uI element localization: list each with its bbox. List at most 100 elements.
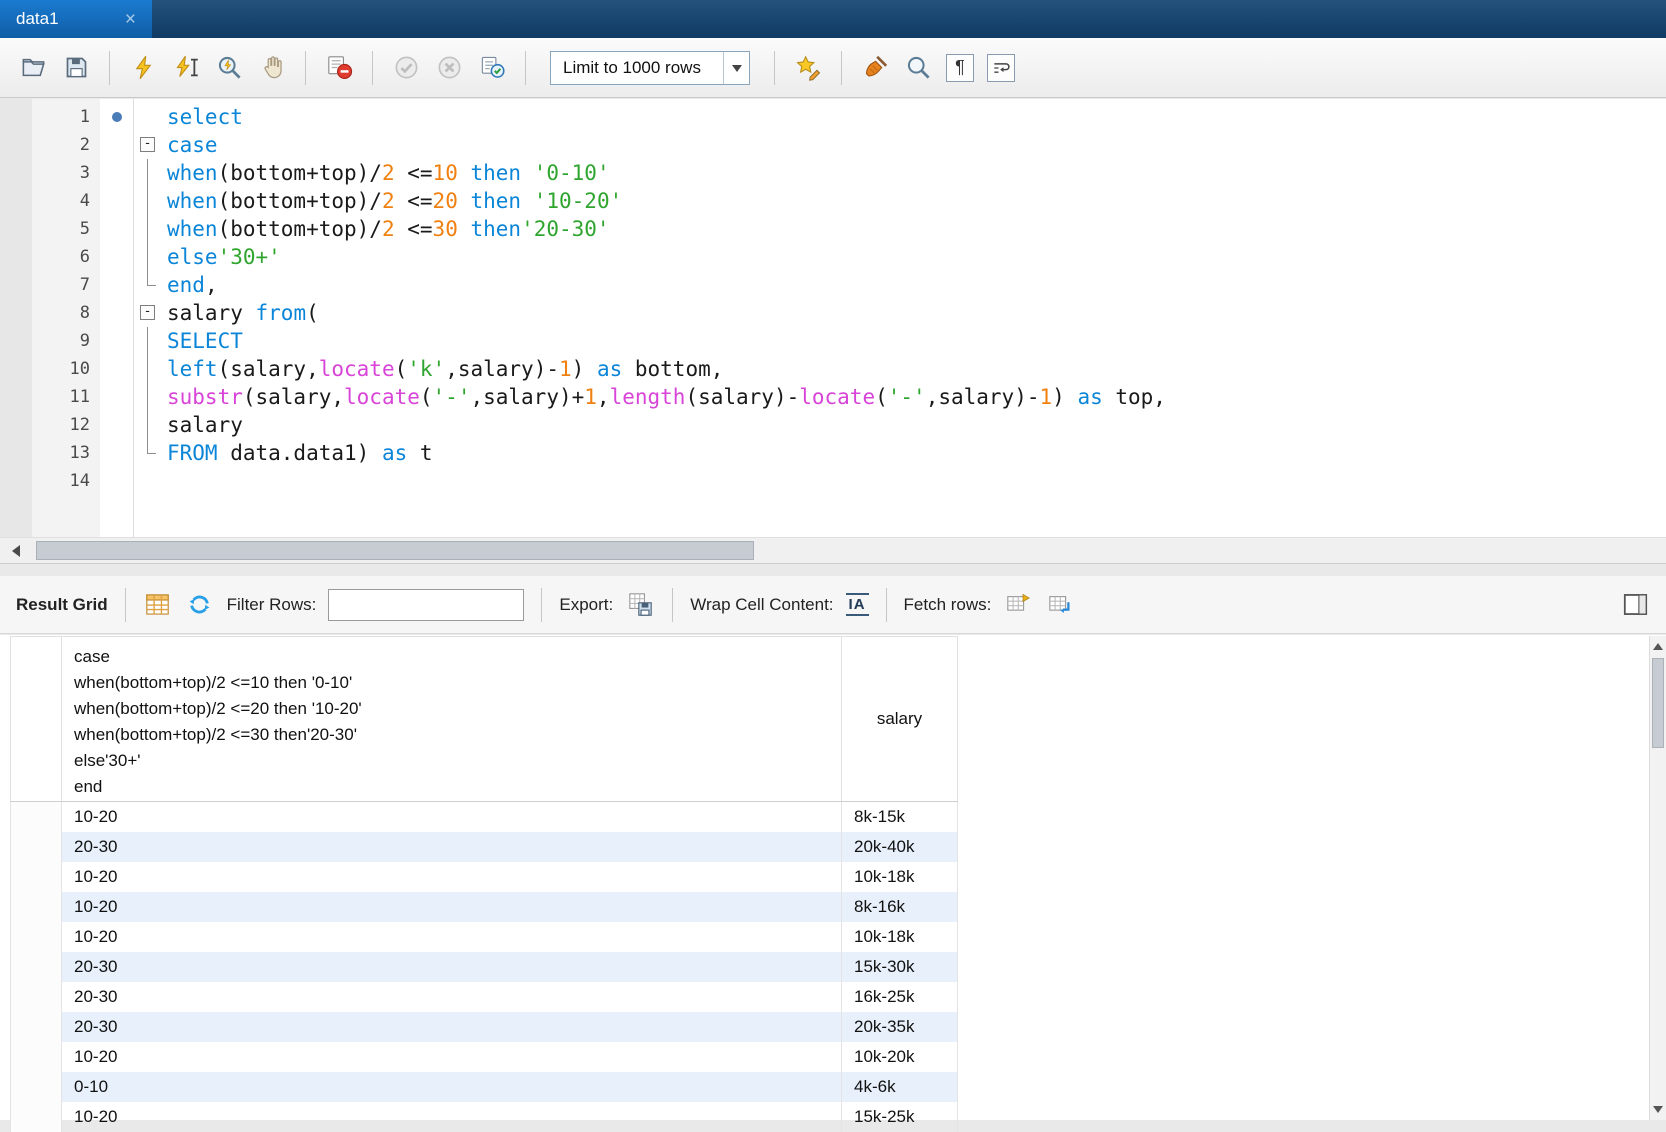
table-row[interactable]: 10-208k-16k	[10, 892, 958, 922]
tab-data1[interactable]: data1 ×	[0, 0, 152, 38]
cell-salary[interactable]: 10k-18k	[842, 862, 958, 892]
beautify-sql-button[interactable]	[860, 53, 890, 83]
collapse-panel-button[interactable]	[1620, 590, 1650, 620]
code-line[interactable]: 13FROM data.data1) as t	[0, 439, 1666, 467]
cell-salary[interactable]: 4k-6k	[842, 1072, 958, 1102]
code-area[interactable]: 1select2case3when(bottom+top)/2 <=10 the…	[0, 103, 1666, 495]
horizontal-scrollbar-thumb[interactable]	[36, 541, 754, 560]
cell-case-bucket[interactable]: 20-30	[62, 952, 842, 982]
filter-rows-input[interactable]	[328, 589, 524, 621]
table-row[interactable]: 20-3020k-35k	[10, 1012, 958, 1042]
table-row[interactable]: 0-104k-6k	[10, 1072, 958, 1102]
row-selector[interactable]	[10, 952, 62, 982]
wrap-cell-content-toggle[interactable]: IA	[846, 593, 869, 616]
cell-case-bucket[interactable]: 10-20	[62, 1102, 842, 1132]
table-row[interactable]: 10-208k-15k	[10, 802, 958, 832]
cell-case-bucket[interactable]: 10-20	[62, 922, 842, 952]
row-selector[interactable]	[10, 1102, 62, 1132]
row-selector[interactable]	[10, 892, 62, 922]
row-selector[interactable]	[10, 832, 62, 862]
execute-button[interactable]	[128, 53, 158, 83]
find-button[interactable]	[903, 53, 933, 83]
cell-salary[interactable]: 15k-25k	[842, 1102, 958, 1132]
result-grid-view-button[interactable]	[143, 590, 173, 620]
cell-case-bucket[interactable]: 10-20	[62, 862, 842, 892]
limit-rows-dropdown[interactable]: Limit to 1000 rows	[550, 51, 750, 85]
stop-button[interactable]	[257, 53, 287, 83]
scroll-down-arrow-icon[interactable]	[1650, 1102, 1666, 1118]
editor-horizontal-scrollbar[interactable]	[0, 537, 1666, 564]
scroll-up-arrow-icon[interactable]	[1650, 638, 1666, 654]
cell-case-bucket[interactable]: 10-20	[62, 802, 842, 832]
save-button[interactable]	[61, 53, 91, 83]
cell-salary[interactable]: 8k-16k	[842, 892, 958, 922]
tab-close-icon[interactable]: ×	[125, 10, 136, 29]
toggle-autocommit-button[interactable]	[477, 53, 507, 83]
cell-case-bucket[interactable]: 10-20	[62, 1042, 842, 1072]
header-row-selector[interactable]	[10, 637, 62, 801]
fold-collapse-icon[interactable]	[140, 305, 155, 320]
code-line[interactable]: 2case	[0, 131, 1666, 159]
result-table[interactable]: casewhen(bottom+top)/2 <=10 then '0-10'w…	[10, 636, 958, 1120]
cell-salary[interactable]: 10k-18k	[842, 922, 958, 952]
execute-current-statement-button[interactable]	[171, 53, 201, 83]
rollback-button[interactable]	[434, 53, 464, 83]
table-row[interactable]: 20-3020k-40k	[10, 832, 958, 862]
fetch-next-rows-button[interactable]	[1003, 590, 1033, 620]
cell-salary[interactable]: 20k-35k	[842, 1012, 958, 1042]
table-row[interactable]: 10-2010k-18k	[10, 922, 958, 952]
save-snippet-button[interactable]	[793, 53, 823, 83]
show-invisible-chars-button[interactable]: ¶	[946, 54, 974, 82]
code-line[interactable]: 7end,	[0, 271, 1666, 299]
cell-salary[interactable]: 8k-15k	[842, 802, 958, 832]
code-line[interactable]: 8salary from(	[0, 299, 1666, 327]
cell-case-bucket[interactable]: 20-30	[62, 832, 842, 862]
table-row[interactable]: 10-2015k-25k	[10, 1102, 958, 1132]
row-selector[interactable]	[10, 802, 62, 832]
table-row[interactable]: 10-2010k-18k	[10, 862, 958, 892]
table-row[interactable]: 20-3016k-25k	[10, 982, 958, 1012]
code-line[interactable]: 6else'30+'	[0, 243, 1666, 271]
row-selector[interactable]	[10, 1072, 62, 1102]
commit-button[interactable]	[391, 53, 421, 83]
cell-salary[interactable]: 20k-40k	[842, 832, 958, 862]
cell-case-bucket[interactable]: 10-20	[62, 892, 842, 922]
explain-button[interactable]	[214, 53, 244, 83]
export-button[interactable]	[625, 590, 655, 620]
cell-case-bucket[interactable]: 20-30	[62, 982, 842, 1012]
fold-collapse-icon[interactable]	[140, 137, 155, 152]
code-line[interactable]: 12salary	[0, 411, 1666, 439]
cell-salary[interactable]: 10k-20k	[842, 1042, 958, 1072]
row-selector[interactable]	[10, 1042, 62, 1072]
row-selector[interactable]	[10, 922, 62, 952]
code-line[interactable]: 1select	[0, 103, 1666, 131]
header-case-expression[interactable]: casewhen(bottom+top)/2 <=10 then '0-10'w…	[62, 637, 842, 801]
sql-editor[interactable]: 1select2case3when(bottom+top)/2 <=10 the…	[0, 99, 1666, 537]
refresh-button[interactable]	[185, 590, 215, 620]
code-line[interactable]: 4when(bottom+top)/2 <=20 then '10-20'	[0, 187, 1666, 215]
row-selector[interactable]	[10, 862, 62, 892]
header-salary[interactable]: salary	[842, 637, 958, 801]
code-line[interactable]: 11substr(salary,locate('-',salary)+1,len…	[0, 383, 1666, 411]
code-line[interactable]: 14	[0, 467, 1666, 495]
table-row[interactable]: 10-2010k-20k	[10, 1042, 958, 1072]
cell-case-bucket[interactable]: 20-30	[62, 1012, 842, 1042]
code-line[interactable]: 5when(bottom+top)/2 <=30 then'20-30'	[0, 215, 1666, 243]
table-row[interactable]: 20-3015k-30k	[10, 952, 958, 982]
toggle-stop-on-error-button[interactable]	[324, 53, 354, 83]
result-vertical-scrollbar[interactable]	[1649, 636, 1666, 1120]
cell-salary[interactable]: 15k-30k	[842, 952, 958, 982]
row-selector[interactable]	[10, 982, 62, 1012]
code-line[interactable]: 9SELECT	[0, 327, 1666, 355]
cell-case-bucket[interactable]: 0-10	[62, 1072, 842, 1102]
code-line[interactable]: 10left(salary,locate('k',salary)-1) as b…	[0, 355, 1666, 383]
code-line[interactable]: 3when(bottom+top)/2 <=10 then '0-10'	[0, 159, 1666, 187]
fetch-all-rows-button[interactable]	[1045, 590, 1075, 620]
toggle-word-wrap-button[interactable]	[987, 54, 1015, 82]
chevron-down-icon[interactable]	[723, 52, 749, 84]
vertical-scrollbar-thumb[interactable]	[1652, 658, 1664, 748]
row-selector[interactable]	[10, 1012, 62, 1042]
scroll-left-arrow-icon[interactable]	[0, 538, 30, 563]
cell-salary[interactable]: 16k-25k	[842, 982, 958, 1012]
open-file-button[interactable]	[18, 53, 48, 83]
